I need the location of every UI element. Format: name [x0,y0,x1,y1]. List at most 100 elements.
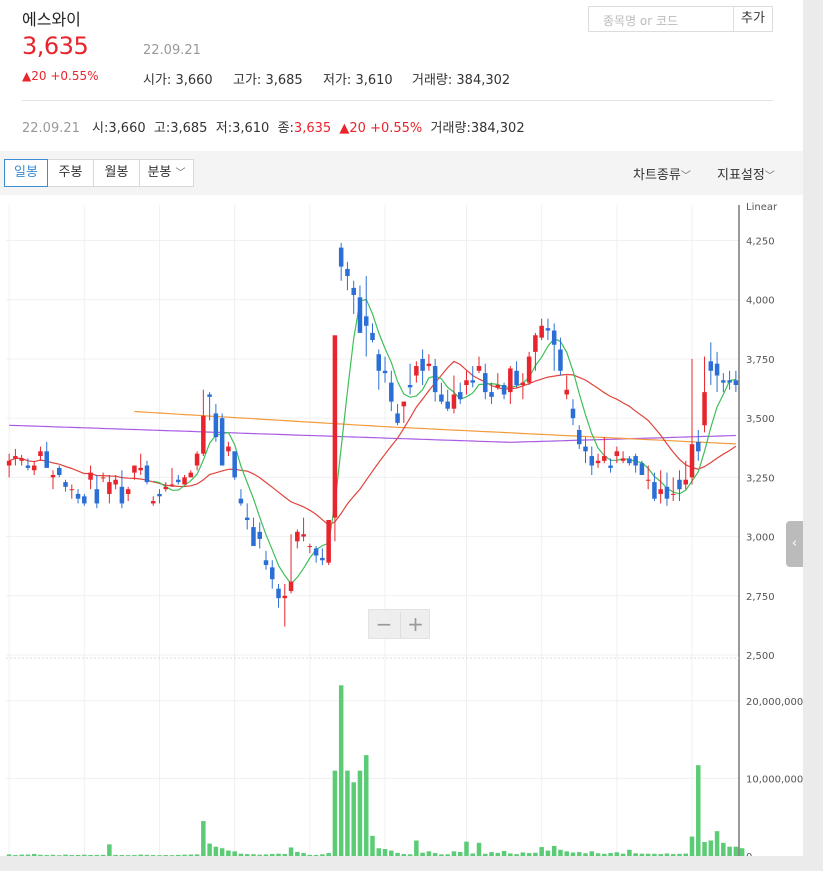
summary-high-label: 고 [153,121,166,136]
candle-body [407,385,413,388]
candle-body [132,465,137,473]
volume-bar [107,844,112,856]
price-change: ▲20 +0.55% [22,69,99,83]
chevron-left-icon: ‹ [791,536,798,551]
volume-bar [602,853,607,856]
tab-minute-label: 분봉 [147,165,172,180]
volume-bar [652,853,657,856]
candle-body [526,356,532,383]
candle-body [320,557,325,561]
open-value: 3,660 [175,73,213,88]
candle-body [401,401,407,407]
candle-body [395,413,400,423]
candle-body [439,394,444,402]
volume-bar [639,853,645,856]
candle-body [25,465,31,468]
volume-bar [714,831,720,856]
volume-bar [439,854,444,856]
volume-bar [50,854,56,856]
volume-bar [702,842,707,856]
candle-body [338,247,344,267]
volume-bar [451,851,457,856]
summary-open-label: 시 [92,121,104,136]
volume-bar [470,853,475,856]
summary-close-value: 3,635 [293,121,332,136]
zoom-in-button[interactable]: + [400,612,430,638]
candle-body [332,335,338,518]
price-tick-label: 4,250 [746,237,775,248]
volume-bar [326,853,331,856]
volume-bar [307,854,313,856]
price-chart[interactable]: Linear 4,250 4,000 3,750 3,500 3,250 3,000 2,75… [0,195,803,856]
zoom-out-button[interactable]: − [369,612,399,638]
volume-bar [270,853,275,856]
add-button[interactable]: 추가 [734,6,773,32]
volume-bar [370,835,375,856]
volume-bar [414,840,419,856]
volume-bar [721,842,726,856]
chart-type-dropdown[interactable]: 차트종류﹀ [633,164,691,183]
volume-bar [332,770,338,856]
candle-body [282,595,288,599]
tab-daily[interactable]: 일봉 [4,159,48,187]
candle-body [357,297,363,333]
candle-body [13,456,18,459]
candle-body [6,460,12,466]
candle-body [376,354,382,371]
candle-body [382,370,388,374]
volume-bar [514,854,519,856]
volume-bar [683,853,689,856]
volume-bar [157,855,162,856]
candle-body [501,385,507,395]
candle-body [94,489,100,504]
volume-bar [176,854,181,856]
candle-body [426,363,432,367]
candle-body [169,484,175,486]
volume-bar [620,853,626,856]
volume-bar [288,847,294,856]
candle-body [82,496,87,504]
volume-tick-label: 0 [746,852,752,856]
volume-bar [113,854,118,856]
volume-bar [401,854,407,856]
volume-bar [677,853,682,856]
quote-date: 22.09.21 [143,43,201,58]
candle-body [445,401,450,409]
volume-bar [533,852,538,856]
volume-bar [696,765,701,856]
volume-bar [708,840,714,856]
candle-body [576,430,582,445]
candle-body [595,460,601,464]
candle-body [633,456,638,466]
tab-monthly[interactable]: 월봉 [93,159,140,187]
low-metric: 저가: 3,610 [323,73,393,88]
candle-body [464,380,469,385]
candle-body [113,479,118,485]
candle-body [733,380,739,385]
volume-bar [219,848,225,856]
volume-bar [689,836,695,856]
candle-body [307,546,313,548]
chevron-down-icon: ﹀ [175,168,186,179]
price-tick-label: 2,500 [746,651,775,662]
price-tick-label: 3,000 [746,533,775,544]
volume-label: 거래량 [412,73,448,88]
tab-minute[interactable]: 분봉 ﹀ [139,159,194,187]
panel-toggle-button[interactable]: ‹ [786,521,803,567]
tab-weekly[interactable]: 주봉 [47,159,94,187]
summary-volume-value: 384,302 [470,121,525,136]
volume-bar [63,854,68,856]
volume-bar [31,853,37,856]
scale-label: Linear [746,202,778,213]
volume-bar [733,846,739,856]
candle-body [508,368,513,393]
volume-bar [263,854,269,856]
volume-bar [576,852,582,856]
volume-bar [464,841,469,856]
candle-body [213,413,219,438]
volume-bar [226,850,231,856]
volume-bar [150,855,156,856]
stock-search-input[interactable]: 종목명 or 코드 [588,6,734,32]
volume-bar [75,854,81,856]
indicator-settings-dropdown[interactable]: 지표설정﹀ [717,164,775,183]
